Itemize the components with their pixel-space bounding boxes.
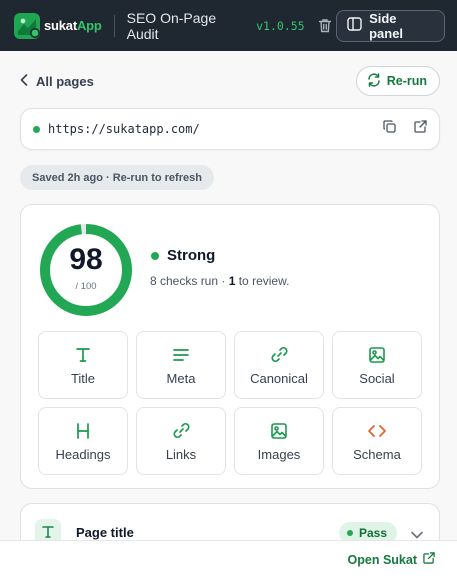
rerun-button[interactable]: Re-run: [355, 66, 440, 96]
category-tile-title[interactable]: Title: [38, 331, 128, 399]
trash-icon[interactable]: [315, 15, 336, 37]
score-max: / 100: [75, 281, 97, 292]
app-header: sukatApp SEO On-Page Audit v1.0.55 Side …: [0, 0, 457, 51]
logo-mark-icon: [14, 12, 40, 39]
category-tile-meta[interactable]: Meta: [136, 331, 226, 399]
category-grid: Title Meta Canonical Social Headings Links Ima…: [38, 331, 424, 475]
category-label: Canonical: [250, 370, 308, 386]
app-title: SEO On-Page Audit: [126, 9, 217, 42]
version-label: v1.0.55: [256, 18, 305, 33]
link-icon: [270, 345, 289, 365]
score-card: 98 / 100 Strong 8 checks run · 1 to revi…: [20, 204, 440, 489]
category-tile-images[interactable]: Images: [234, 407, 324, 475]
checks-summary: 8 checks run · 1 to review.: [150, 274, 290, 288]
category-label: Links: [165, 446, 197, 462]
category-tile-canonical[interactable]: Canonical: [234, 331, 324, 399]
status-label: Strong: [167, 247, 216, 264]
category-tile-social[interactable]: Social: [332, 331, 422, 399]
page-url: https://sukatapp.com/: [48, 122, 200, 136]
category-label: Headings: [55, 446, 111, 462]
image-icon: [368, 345, 386, 365]
brand-name: sukatApp: [44, 18, 102, 33]
footer-bar: Open Sukat: [0, 540, 457, 578]
image-icon: [270, 421, 288, 441]
score-status: Strong: [151, 247, 215, 264]
url-actions: [383, 120, 427, 138]
category-label: Social: [359, 370, 395, 386]
category-tile-schema[interactable]: Schema: [332, 407, 422, 475]
rerun-label: Re-run: [386, 74, 427, 88]
category-label: Title: [70, 370, 96, 386]
back-label: All pages: [36, 73, 94, 89]
external-link-icon[interactable]: [414, 120, 427, 138]
open-sukat-link[interactable]: Open Sukat: [348, 553, 417, 567]
url-status-dot: [33, 125, 40, 133]
brand-logo[interactable]: sukatApp: [14, 12, 102, 39]
copy-icon[interactable]: [383, 120, 396, 138]
saved-status-pill: Saved 2h ago · Re-run to refresh: [20, 165, 214, 190]
category-label: Meta: [166, 370, 196, 386]
chevron-left-icon: [20, 73, 28, 89]
heading-icon: [75, 421, 91, 441]
category-label: Schema: [353, 446, 401, 462]
nav-row: All pages Re-run: [20, 66, 440, 96]
link-icon: [172, 421, 191, 441]
side-panel-button[interactable]: Side panel: [336, 9, 445, 42]
section-title: Page title: [76, 525, 134, 540]
category-label: Images: [257, 446, 301, 462]
badge-label: Pass: [359, 526, 388, 540]
pass-dot: [347, 530, 353, 536]
external-link-icon[interactable]: [423, 552, 435, 567]
url-bar: https://sukatapp.com/: [20, 108, 440, 150]
header-divider: [113, 14, 115, 37]
refresh-icon: [367, 72, 381, 90]
side-panel-label: Side panel: [369, 10, 404, 41]
category-tile-headings[interactable]: Headings: [38, 407, 128, 475]
back-to-all-pages-link[interactable]: All pages: [20, 74, 94, 89]
code-icon: [367, 421, 387, 441]
side-panel-icon: [347, 17, 362, 34]
lines-icon: [172, 345, 190, 365]
type-icon: [74, 345, 92, 365]
status-dot: [151, 251, 159, 260]
score-value: 98: [69, 243, 103, 276]
category-tile-links[interactable]: Links: [136, 407, 226, 475]
